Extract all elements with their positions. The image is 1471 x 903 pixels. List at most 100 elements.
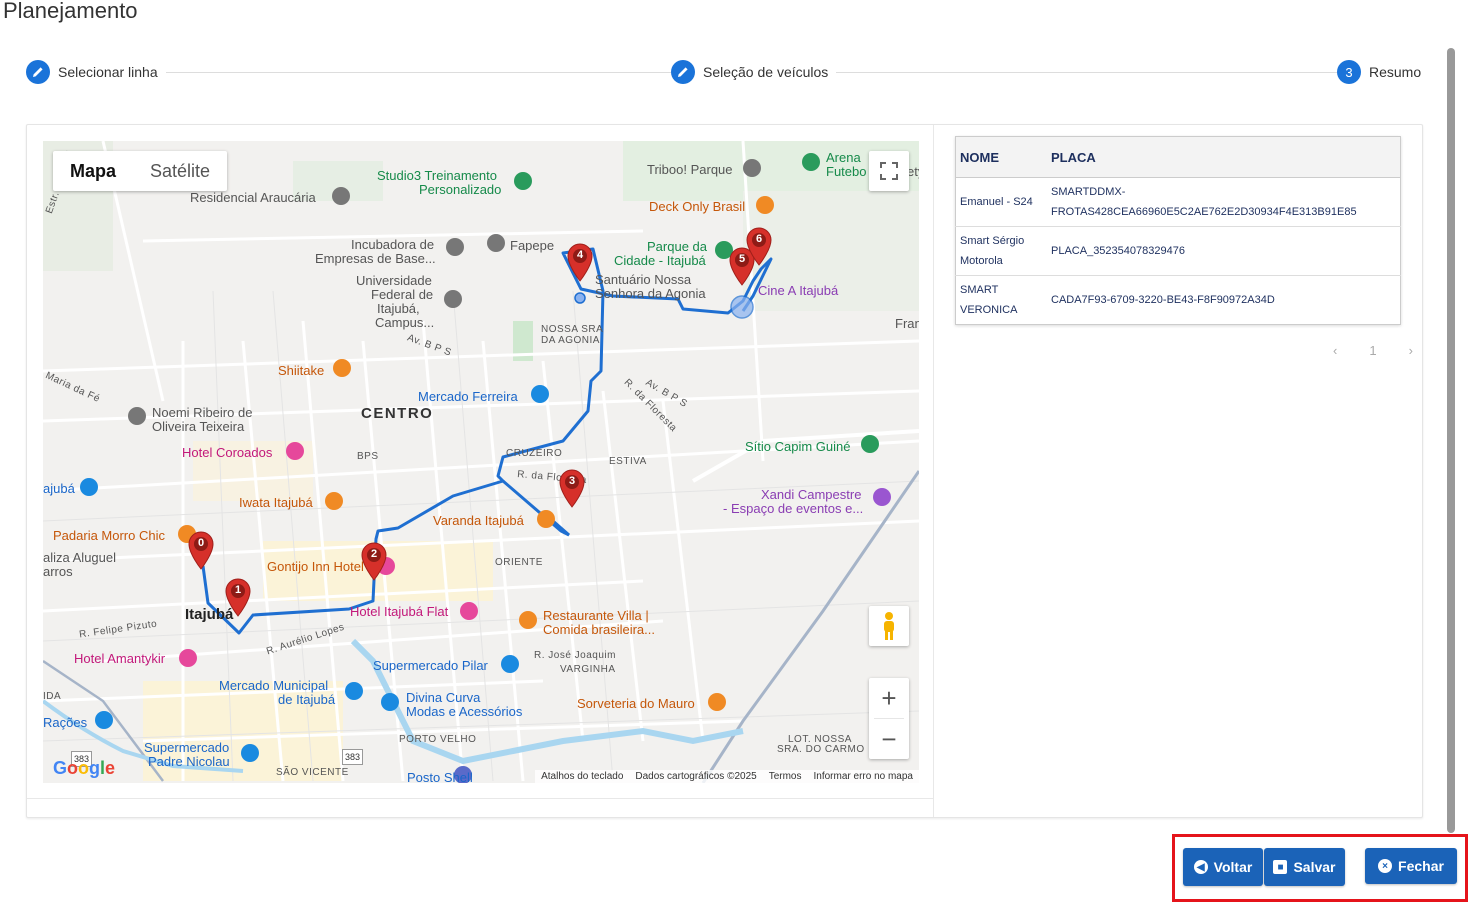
restaurant-icon[interactable] (756, 196, 774, 214)
park-icon[interactable] (861, 435, 879, 453)
map-label[interactable]: Deck Only Brasil (649, 200, 745, 214)
map-label[interactable]: Fapepe (510, 239, 554, 253)
map-label[interactable]: Residencial Araucária (190, 191, 316, 205)
fullscreen-button[interactable] (869, 151, 909, 191)
school-icon[interactable] (444, 290, 462, 308)
map-label[interactable]: Modas e Acessórios (406, 705, 522, 719)
map-label[interactable]: Empresas de Base... (315, 252, 436, 266)
map-label[interactable]: Supermercado Pilar (373, 659, 488, 673)
poi-icon[interactable] (332, 187, 350, 205)
map-label[interactable]: aliza Aluguel (43, 551, 116, 565)
map-label[interactable]: Supermercado (144, 741, 229, 755)
report-error-link[interactable]: Informar erro no mapa (814, 771, 914, 782)
next-page-button[interactable]: › (1409, 343, 1413, 358)
map-label[interactable]: Sítio Capim Guiné (745, 440, 851, 454)
poi-icon[interactable] (128, 407, 146, 425)
bank-icon[interactable] (80, 478, 98, 496)
event-icon[interactable] (873, 488, 891, 506)
table-row[interactable]: Smart Sérgio Motorola PLACA_3523540783294… (955, 226, 1401, 276)
map-label[interactable]: Parque da (647, 240, 707, 254)
map-label[interactable]: de Itajubá (278, 693, 335, 707)
hotel-icon[interactable] (286, 442, 304, 460)
zoom-in-button[interactable]: + (881, 678, 896, 718)
map-label[interactable]: Federal de (371, 288, 433, 302)
shopping-icon[interactable] (531, 385, 549, 403)
map-label[interactable]: Sorveteria do Mauro (577, 697, 695, 711)
table-row[interactable]: Emanuel - S24 SMARTDDMX- FROTAS428CEA6696… (955, 177, 1401, 227)
map-label[interactable]: Shiitake (278, 364, 324, 378)
map-label[interactable]: Cine A Itajubá (758, 284, 838, 298)
map-label[interactable]: Arena (826, 151, 861, 165)
map-label[interactable]: Triboo! Parque (647, 163, 733, 177)
school-icon[interactable] (487, 234, 505, 252)
map-label[interactable]: Futebo (826, 165, 866, 179)
route-marker-1[interactable]: 1 (224, 577, 252, 617)
map-label[interactable]: Mercado Ferreira (418, 390, 518, 404)
street-view-button[interactable] (869, 606, 909, 646)
map-label[interactable]: arros (43, 565, 73, 579)
restaurant-icon[interactable] (537, 510, 555, 528)
route-marker-2[interactable]: 2 (360, 541, 388, 581)
map-label[interactable]: Padaria Morro Chic (53, 529, 165, 543)
map-label[interactable]: Senhora da Agonia (595, 287, 706, 301)
shopping-icon[interactable] (501, 655, 519, 673)
map-label[interactable]: Santuário Nossa (595, 273, 691, 287)
save-button[interactable]: ■ Salvar (1264, 848, 1345, 886)
map-label[interactable]: Itajubá, (377, 302, 420, 316)
map-label[interactable]: Xandi Campestre (761, 488, 861, 502)
map-label[interactable]: Varanda Itajubá (433, 514, 524, 528)
column-header-placa[interactable]: PLACA (1047, 136, 1401, 178)
map-label[interactable]: Noemi Ribeiro de (152, 406, 252, 420)
zoom-out-button[interactable]: − (881, 719, 896, 759)
map-label[interactable]: Universidade (356, 274, 432, 288)
shopping-icon[interactable] (381, 693, 399, 711)
hotel-icon[interactable] (179, 649, 197, 667)
map-label[interactable]: Rações (43, 716, 87, 730)
restaurant-icon[interactable] (333, 359, 351, 377)
bank-icon[interactable] (95, 711, 113, 729)
map-label[interactable]: Padre Nicolau (148, 755, 230, 769)
map-label[interactable]: Hotel Amantykir (74, 652, 165, 666)
restaurant-icon[interactable] (519, 611, 537, 629)
scrollbar[interactable] (1447, 48, 1455, 833)
route-marker-0[interactable]: 0 (187, 530, 215, 570)
map-label[interactable]: - Espaço de eventos e... (723, 502, 863, 516)
prev-page-button[interactable]: ‹ (1333, 343, 1337, 358)
route-marker-3[interactable]: 3 (558, 468, 586, 508)
restaurant-icon[interactable] (708, 693, 726, 711)
map-label[interactable]: Posto Shell (407, 771, 473, 784)
map-label[interactable]: ajubá (43, 482, 75, 496)
map-label[interactable]: Hotel Itajubá Flat (350, 605, 448, 619)
map-label[interactable]: Oliveira Teixeira (152, 420, 244, 434)
page-number[interactable]: 1 (1369, 343, 1376, 358)
hotel-icon[interactable] (460, 602, 478, 620)
map-label[interactable]: Gontijo Inn Hotel (267, 560, 364, 574)
shopping-icon[interactable] (345, 682, 363, 700)
map-type-satellite-button[interactable]: Satélite (133, 151, 227, 191)
map-label[interactable]: Campus... (375, 316, 434, 330)
route-marker-4[interactable]: 4 (566, 242, 594, 282)
terms-link[interactable]: Termos (769, 771, 802, 782)
map-type-map-button[interactable]: Mapa (53, 151, 133, 191)
poi-icon[interactable] (514, 172, 532, 190)
keyboard-shortcuts-link[interactable]: Atalhos do teclado (541, 771, 623, 782)
shopping-icon[interactable] (241, 744, 259, 762)
map-label[interactable]: Comida brasileira... (543, 623, 655, 637)
school-icon[interactable] (446, 238, 464, 256)
table-row[interactable]: SMART VERONICA CADA7F93-6709-3220-BE43-F8… (955, 275, 1401, 325)
map-label[interactable]: Cidade - Itajubá (614, 254, 706, 268)
map-label[interactable]: Studio3 Treinamento (377, 169, 497, 183)
poi-icon[interactable] (802, 153, 820, 171)
route-marker-6[interactable]: 6 (745, 226, 773, 266)
step-selecao-veiculos[interactable]: Seleção de veículos (671, 60, 837, 84)
step-selecionar-linha[interactable]: Selecionar linha (26, 60, 166, 84)
map-label[interactable]: Restaurante Villa | (543, 609, 649, 623)
map-label[interactable]: Iwata Itajubá (239, 496, 313, 510)
step-resumo[interactable]: 3 Resumo (1337, 60, 1422, 84)
route-map[interactable]: Triboo! Parque Arena Futebo ety Studio3 … (43, 141, 919, 783)
map-label[interactable]: Personalizado (419, 183, 501, 197)
close-button[interactable]: × Fechar (1365, 848, 1457, 884)
restaurant-icon[interactable] (325, 492, 343, 510)
poi-icon[interactable] (743, 159, 761, 177)
map-label[interactable]: Divina Curva (406, 691, 480, 705)
